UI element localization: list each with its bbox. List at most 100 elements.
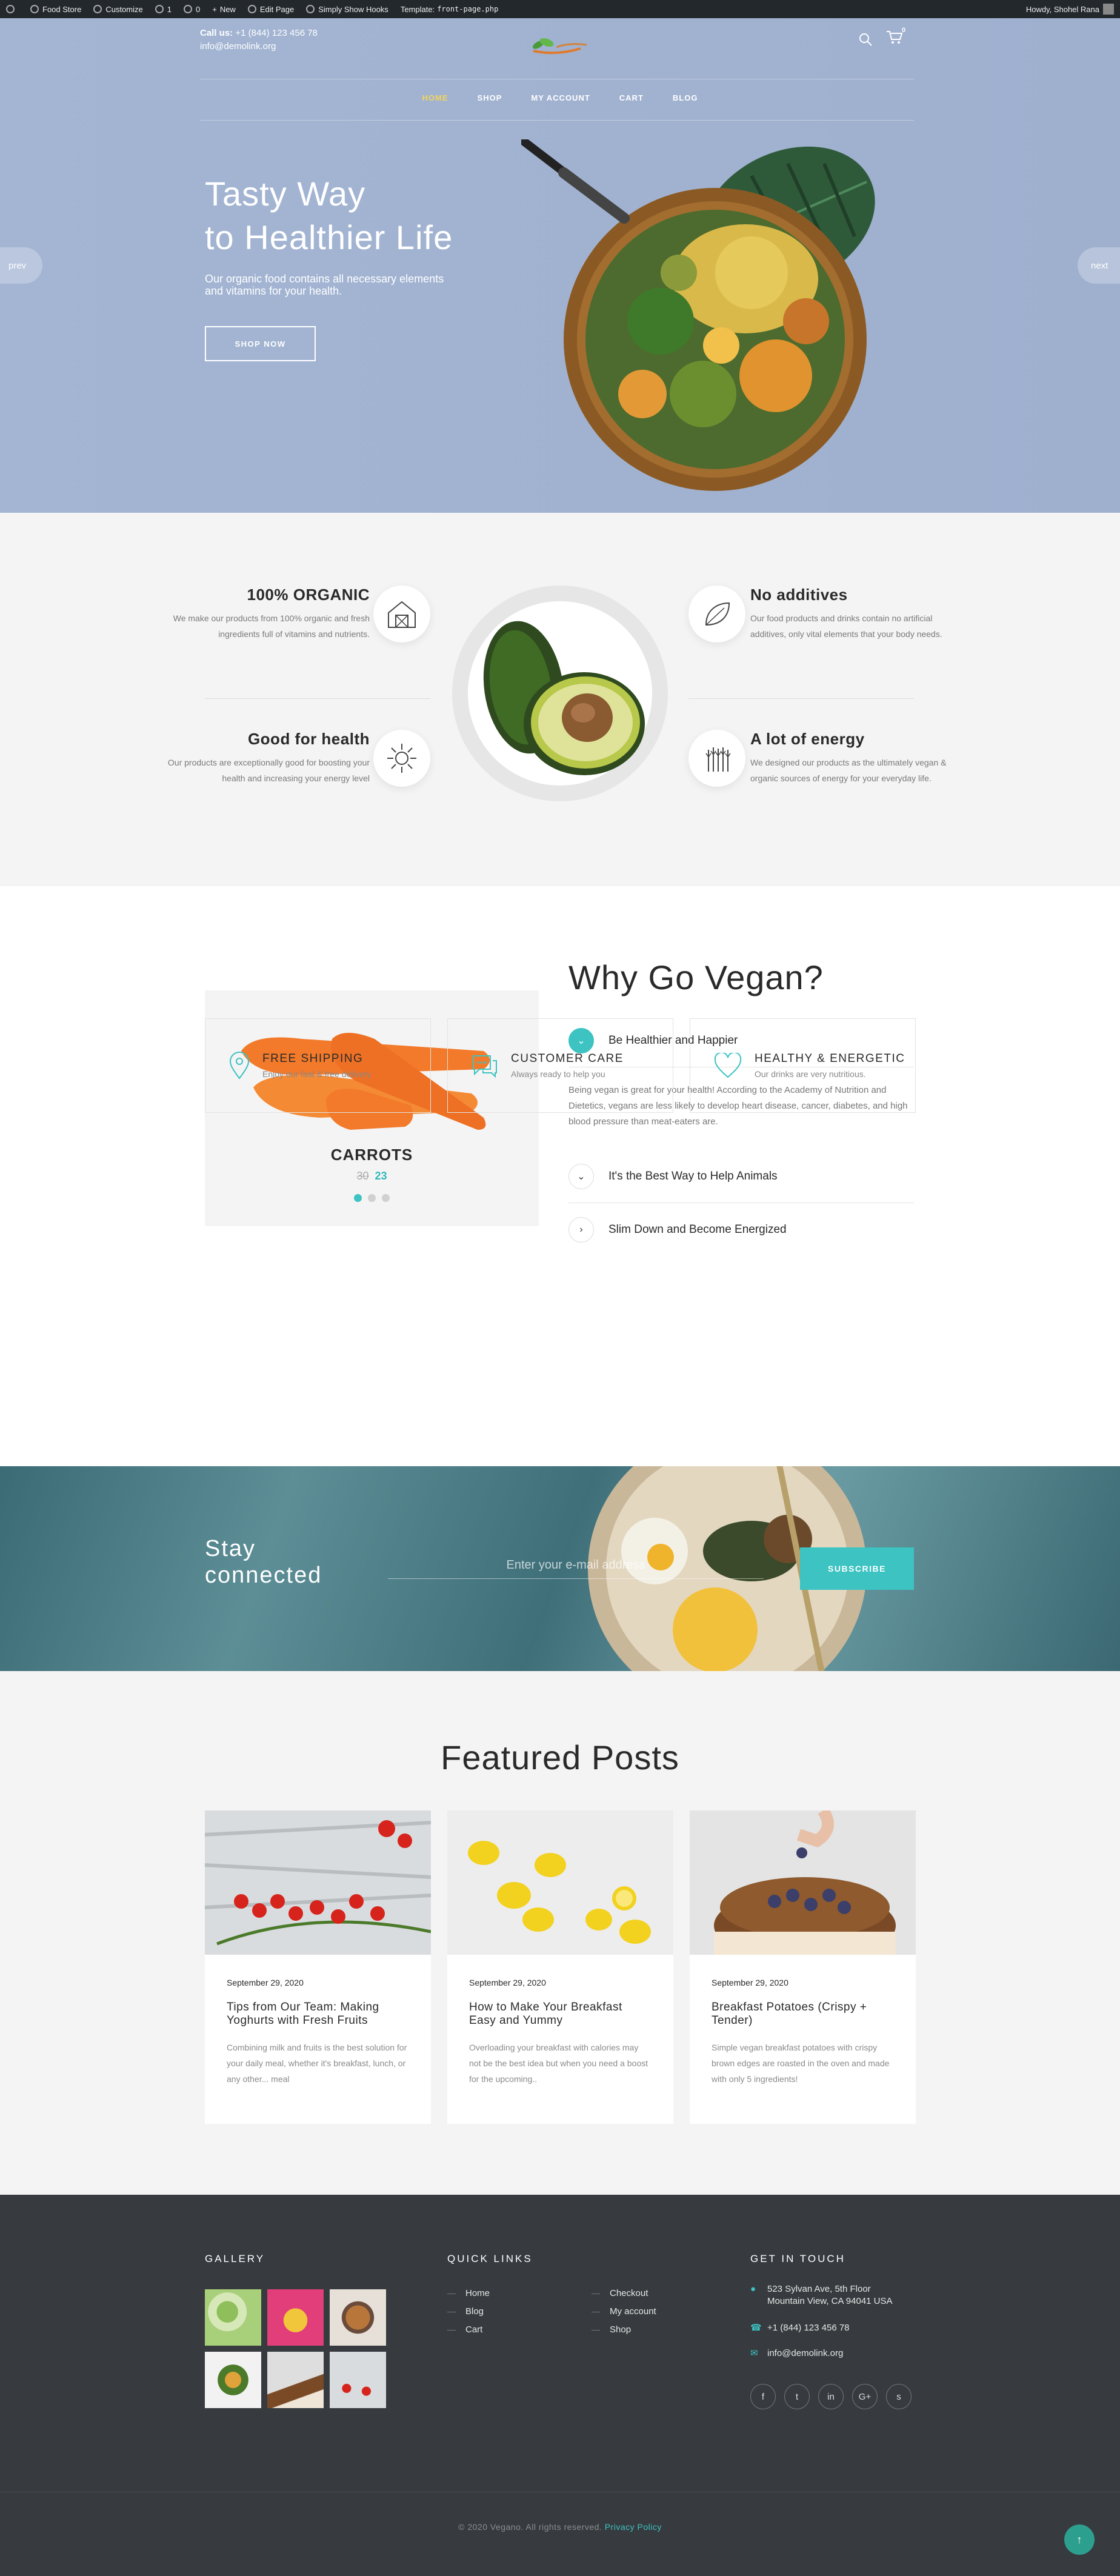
site-logo[interactable]: [520, 29, 599, 61]
phone-icon: ☎: [750, 2323, 762, 2333]
post-card[interactable]: September 29, 2020 How to Make Your Brea…: [447, 1810, 673, 2124]
search-icon[interactable]: [858, 32, 873, 47]
google-plus-icon[interactable]: G+: [852, 2384, 878, 2409]
accordion-item-animals[interactable]: ⌄ It's the Best Way to Help Animals: [568, 1164, 914, 1189]
feature-title: Good for health: [247, 730, 370, 748]
chat-icon: [473, 1055, 497, 1078]
map-pin-icon: ●: [750, 2284, 756, 2294]
post-title[interactable]: Breakfast Potatoes (Crispy + Tender): [712, 2001, 894, 2027]
header-divider-bottom: [200, 120, 914, 121]
footer-phone[interactable]: ☎ +1 (844) 123 456 78: [750, 2322, 850, 2334]
feature-good-for-health: Good for health Our products are excepti…: [164, 730, 370, 786]
chevron-down-icon: ⌄: [568, 1164, 594, 1189]
feature-text: We make our products from 100% organic a…: [173, 613, 370, 639]
post-card[interactable]: September 29, 2020 Breakfast Potatoes (C…: [690, 1810, 916, 2124]
cart-button[interactable]: 0: [886, 27, 905, 48]
admin-new-link[interactable]: + New: [212, 5, 236, 14]
footer-link-checkout[interactable]: Checkout: [592, 2284, 656, 2303]
nav-shop[interactable]: SHOP: [478, 93, 502, 102]
slider-dot[interactable]: [382, 1194, 390, 1202]
gallery-thumb[interactable]: [205, 2289, 261, 2346]
back-to-top-button[interactable]: ↑: [1064, 2524, 1095, 2555]
footer-link-my-account[interactable]: My account: [592, 2303, 656, 2321]
post-image[interactable]: [205, 1810, 431, 1955]
service-healthy: HEALTHY & ENERGETIC Our drinks are very n…: [690, 1018, 916, 1113]
salad-bowl-image: [521, 139, 875, 491]
copyright: © 2020 Vegano. All rights reserved. Priv…: [458, 2522, 662, 2532]
featured-posts-section: Featured Posts September 29, 2020 Tips f…: [0, 1671, 1120, 2195]
post-card[interactable]: September 29, 2020 Tips from Our Team: M…: [205, 1810, 431, 2124]
gallery-thumb[interactable]: [267, 2289, 324, 2346]
accordion-item-slim[interactable]: › Slim Down and Become Energized: [568, 1217, 914, 1243]
instagram-icon[interactable]: in: [818, 2384, 844, 2409]
footer-link-home[interactable]: Home: [447, 2284, 490, 2303]
nav-my-account[interactable]: MY ACCOUNT: [531, 93, 590, 102]
why-vegan-title: Why Go Vegan?: [568, 958, 824, 996]
refresh-icon: [155, 5, 164, 13]
call-label: Call us:: [200, 28, 233, 38]
subscribe-button[interactable]: SUBSCRIBE: [800, 1547, 914, 1590]
wordpress-icon: [6, 5, 15, 13]
gallery-title: GALLERY: [205, 2253, 265, 2264]
feature-text: Our products are exceptionally good for …: [167, 758, 370, 783]
quick-links-col1: Home Blog Cart: [447, 2284, 490, 2339]
admin-comments-link[interactable]: 0: [183, 5, 200, 14]
admin-template-info: Template: front-page.php: [400, 4, 499, 14]
gallery-thumb[interactable]: [330, 2289, 386, 2346]
post-title[interactable]: Tips from Our Team: Making Yoghurts with…: [227, 2001, 409, 2027]
admin-customize-link[interactable]: Customize: [93, 5, 143, 14]
footer-email[interactable]: ✉ info@demolink.org: [750, 2347, 843, 2360]
feature-title: A lot of energy: [750, 730, 865, 748]
service-customer-care: CUSTOMER CARE Always ready to help you: [447, 1018, 673, 1113]
feature-title: 100% ORGANIC: [247, 586, 370, 604]
service-desc: Always ready to help you: [511, 1069, 605, 1079]
privacy-policy-link[interactable]: Privacy Policy: [605, 2522, 662, 2532]
post-date: September 29, 2020: [469, 1978, 546, 1987]
accordion-title: It's the Best Way to Help Animals: [608, 1170, 778, 1183]
post-image[interactable]: [447, 1810, 673, 1955]
feature-no-additives: No additives Our food products and drink…: [750, 586, 956, 642]
header-email[interactable]: info@demolink.org: [200, 40, 318, 53]
nav-cart[interactable]: CART: [619, 93, 644, 102]
service-free-shipping: FREE SHIPPING Enjoy our fast & free deliv…: [205, 1018, 431, 1113]
barn-icon: [388, 601, 416, 628]
gallery-thumb[interactable]: [330, 2352, 386, 2408]
product-name[interactable]: CARROTS: [205, 1146, 539, 1164]
nav-home[interactable]: HOME: [422, 93, 448, 102]
slider-dot[interactable]: [354, 1194, 362, 1202]
header-phone: +1 (844) 123 456 78: [235, 28, 318, 38]
admin-site-link[interactable]: Food Store: [30, 5, 81, 14]
slider-dot[interactable]: [368, 1194, 376, 1202]
hero-subtitle: Our organic food contains all necessary …: [205, 273, 444, 297]
shop-now-button[interactable]: SHOP NOW: [205, 326, 316, 361]
post-title[interactable]: How to Make Your Breakfast Easy and Yumm…: [469, 2001, 652, 2027]
slider-prev-button[interactable]: prev: [0, 247, 42, 284]
quick-links-col2: Checkout My account Shop: [592, 2284, 656, 2339]
admin-bar: Food Store Customize 1 0 + New Edit Page …: [0, 0, 1120, 18]
admin-hooks-link[interactable]: Simply Show Hooks: [306, 5, 388, 14]
wordpress-logo-button[interactable]: [6, 5, 18, 13]
product-price: 30 23: [205, 1170, 539, 1183]
twitter-icon[interactable]: t: [784, 2384, 810, 2409]
post-image[interactable]: [690, 1810, 916, 1955]
admin-account-menu[interactable]: Howdy, Shohel Rana: [1026, 4, 1114, 15]
admin-updates-link[interactable]: 1: [155, 5, 172, 14]
service-title: CUSTOMER CARE: [511, 1052, 624, 1065]
footer-link-cart[interactable]: Cart: [447, 2321, 490, 2339]
home-icon: [30, 5, 39, 13]
post-date: September 29, 2020: [712, 1978, 788, 1987]
gallery-thumb[interactable]: [205, 2352, 261, 2408]
feature-text: Our food products and drinks contain no …: [750, 613, 942, 639]
nav-blog[interactable]: BLOG: [673, 93, 698, 102]
sun-icon: [387, 744, 416, 773]
footer-link-blog[interactable]: Blog: [447, 2303, 490, 2321]
footer-link-shop[interactable]: Shop: [592, 2321, 656, 2339]
slider-next-button[interactable]: next: [1078, 247, 1120, 284]
skype-icon[interactable]: s: [886, 2384, 912, 2409]
admin-edit-page-link[interactable]: Edit Page: [247, 5, 294, 14]
email-input[interactable]: Enter your e-mail address: [388, 1552, 764, 1579]
facebook-icon[interactable]: f: [750, 2384, 776, 2409]
service-title: HEALTHY & ENERGETIC: [755, 1052, 905, 1065]
feature-organic: 100% ORGANIC We make our products from 1…: [164, 586, 370, 642]
gallery-thumb[interactable]: [267, 2352, 324, 2408]
